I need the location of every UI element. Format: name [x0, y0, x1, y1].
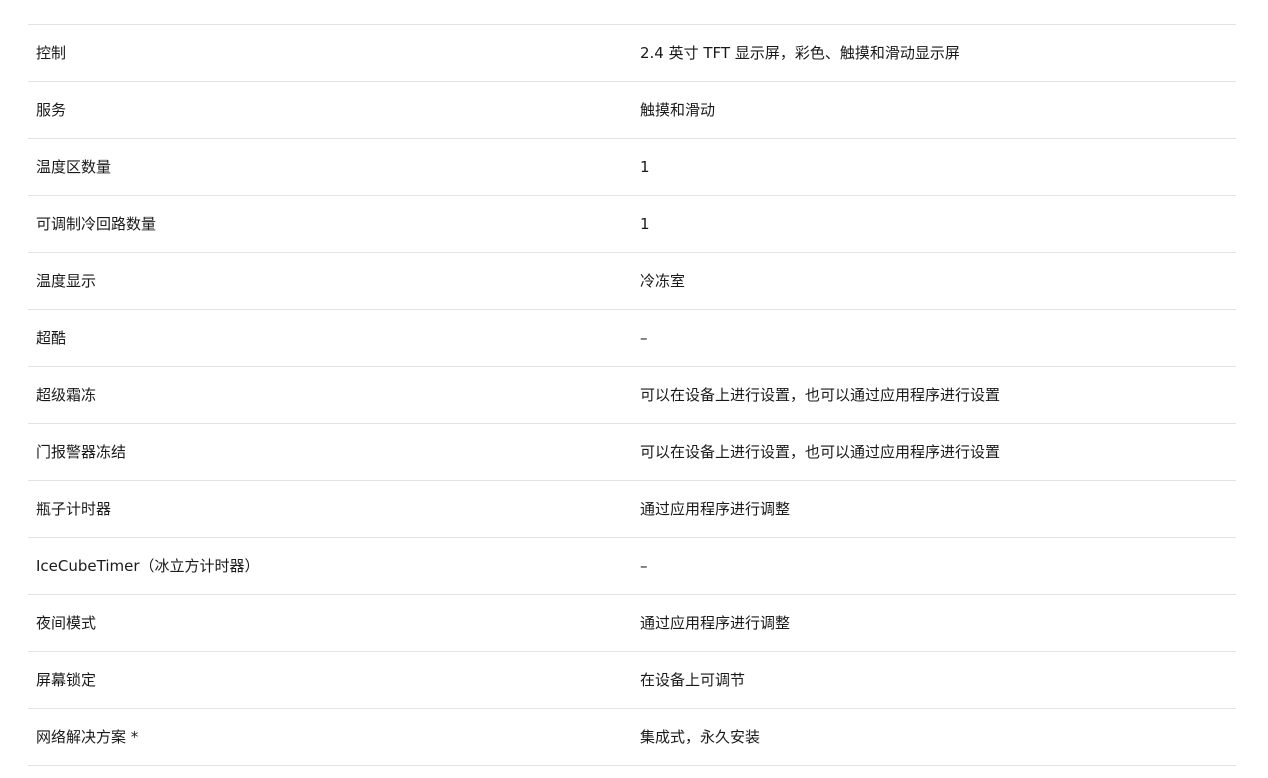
spec-label: 夜间模式: [36, 614, 97, 632]
spec-value: 在设备上可调节: [640, 671, 746, 689]
spec-label: 屏幕锁定: [36, 671, 97, 689]
spec-value: 集成式，永久安装: [640, 728, 761, 746]
spec-table: 控制 2.4 英寸 TFT 显示屏，彩色、触摸和滑动显示屏 服务 触摸和滑动 温…: [28, 24, 1236, 766]
spec-label: 温度区数量: [36, 158, 112, 176]
spec-row-controls: 控制 2.4 英寸 TFT 显示屏，彩色、触摸和滑动显示屏: [28, 25, 1236, 82]
spec-label: 超级霜冻: [36, 386, 97, 404]
spec-label: 瓶子计时器: [36, 500, 112, 518]
spec-value: 1: [640, 215, 650, 233]
spec-row-superfrost: 超级霜冻 可以在设备上进行设置，也可以通过应用程序进行设置: [28, 367, 1236, 424]
spec-row-operation: 服务 触摸和滑动: [28, 82, 1236, 139]
spec-value: 通过应用程序进行调整: [640, 500, 791, 518]
spec-value: 1: [640, 158, 650, 176]
spec-row-temperature-display: 温度显示 冷冻室: [28, 253, 1236, 310]
spec-value: 2.4 英寸 TFT 显示屏，彩色、触摸和滑动显示屏: [640, 44, 960, 62]
spec-value: 冷冻室: [640, 272, 686, 290]
spec-label: 可调制冷回路数量: [36, 215, 157, 233]
spec-label: 控制: [36, 44, 67, 62]
spec-row-icecube-timer: IceCubeTimer（冰立方计时器） –: [28, 538, 1236, 595]
spec-row-cooling-circuits: 可调制冷回路数量 1: [28, 196, 1236, 253]
spec-row-screen-lock: 屏幕锁定 在设备上可调节: [28, 652, 1236, 709]
spec-value: 可以在设备上进行设置，也可以通过应用程序进行设置: [640, 386, 1001, 404]
spec-value: –: [640, 329, 648, 347]
spec-row-bottle-timer: 瓶子计时器 通过应用程序进行调整: [28, 481, 1236, 538]
spec-value: –: [640, 557, 648, 575]
spec-label: 服务: [36, 101, 67, 119]
spec-label: 温度显示: [36, 272, 97, 290]
spec-row-door-alarm: 门报警器冻结 可以在设备上进行设置，也可以通过应用程序进行设置: [28, 424, 1236, 481]
spec-value: 通过应用程序进行调整: [640, 614, 791, 632]
spec-value: 可以在设备上进行设置，也可以通过应用程序进行设置: [640, 443, 1001, 461]
spec-label: 网络解决方案 *: [36, 728, 139, 746]
spec-label: 门报警器冻结: [36, 443, 127, 461]
spec-row-temperature-zones: 温度区数量 1: [28, 139, 1236, 196]
spec-row-supercool: 超酷 –: [28, 310, 1236, 367]
spec-label: IceCubeTimer（冰立方计时器）: [36, 557, 260, 575]
spec-value: 触摸和滑动: [640, 101, 716, 119]
spec-label: 超酷: [36, 329, 67, 347]
spec-row-network-solution: 网络解决方案 * 集成式，永久安装: [28, 709, 1236, 766]
spec-row-night-mode: 夜间模式 通过应用程序进行调整: [28, 595, 1236, 652]
